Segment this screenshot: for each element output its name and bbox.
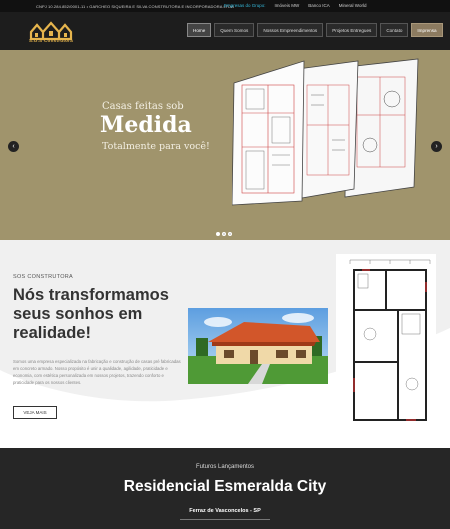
divider-line (180, 519, 270, 520)
launch-subtitle: Futuros Lançamentos (195, 464, 255, 470)
group-label: Empresas do Grupo: (224, 3, 266, 8)
top-info-bar: CNPJ 10.284.852/0001-11 • GARCHEO SIQUEI… (0, 0, 450, 12)
nav-imprensa[interactable]: Imprensa (411, 23, 443, 37)
slider-dot-1[interactable] (216, 232, 220, 236)
house-render-image (188, 308, 328, 384)
site-header: S.O.S Construtora Home Quem Somos Nossos… (0, 12, 450, 50)
section-paragraph: Somos uma empresa especializada na fabri… (13, 359, 181, 385)
nav-home[interactable]: Home (187, 23, 212, 37)
hero-line-2: Medida (100, 112, 192, 138)
hero-slider: Casas feitas sob Medida Totalmente para … (0, 50, 450, 240)
slider-prev-button[interactable]: ‹ (8, 141, 19, 152)
launch-title: Residencial Esmeralda City (123, 478, 327, 495)
group-companies: Empresas do Grupo: Imóveis MW Banco ICA … (224, 3, 366, 8)
section-kicker: SOS CONSTRUTORA (13, 274, 74, 280)
group-link-banco[interactable]: Banco ICA (308, 3, 330, 8)
launch-section: Futuros Lançamentos Residencial Esmerald… (0, 448, 450, 529)
group-link-imoveis[interactable]: Imóveis MW (275, 3, 300, 8)
launch-location: Ferraz de Vasconcelos - SP (189, 508, 261, 514)
about-section: SOS CONSTRUTORA Nós transformamos seus s… (0, 240, 450, 448)
section-headline: Nós transformamos seus sonhos em realida… (13, 286, 169, 342)
hero-line-3: Totalmente para você! (102, 141, 210, 152)
nav-quem-somos[interactable]: Quem Somos (214, 23, 255, 37)
slider-next-button[interactable]: › (431, 141, 442, 152)
nav-empreendimentos[interactable]: Nossos Empreendimentos (257, 23, 324, 37)
logo-text: S.O.S Construtora (28, 38, 74, 43)
slider-dots (216, 232, 232, 236)
hero-line-1: Casas feitas sob (102, 101, 184, 112)
slider-dot-3[interactable] (228, 232, 232, 236)
nav-contato[interactable]: Contato (380, 23, 409, 37)
see-more-button[interactable]: VEJA MAIS (13, 406, 57, 419)
slider-dot-2[interactable] (222, 232, 226, 236)
floor-plan-image (336, 254, 436, 432)
nav-projetos-entregues[interactable]: Projetos Entregues (326, 23, 378, 37)
main-nav: Home Quem Somos Nossos Empreendimentos P… (187, 23, 443, 37)
company-legal-name: CNPJ 10.284.852/0001-11 • GARCHEO SIQUEI… (36, 4, 234, 9)
group-link-mineral[interactable]: Mineral World (339, 3, 367, 8)
blueprint-sheets-image (232, 58, 419, 206)
